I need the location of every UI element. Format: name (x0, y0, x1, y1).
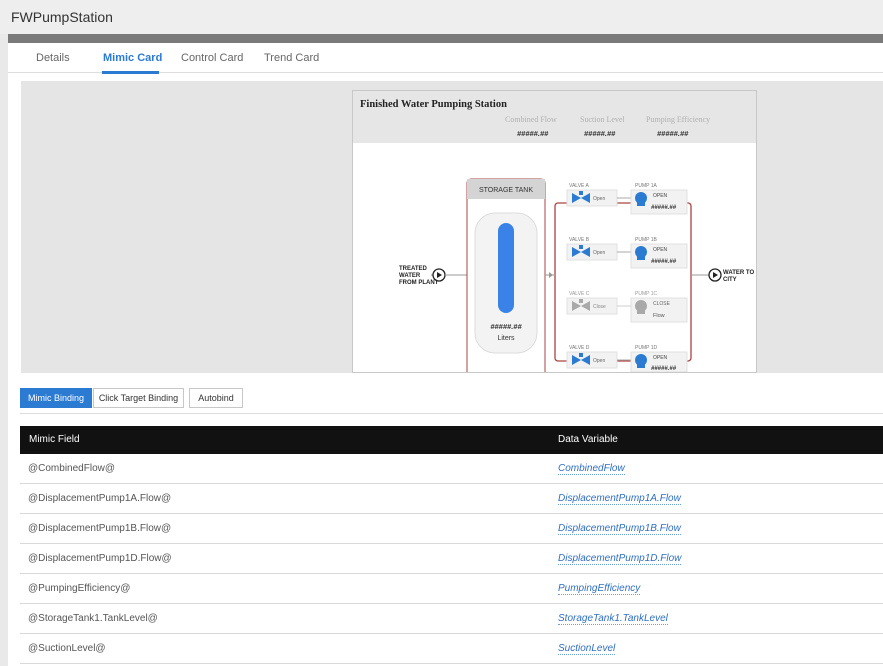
tab-details[interactable]: Details (36, 52, 70, 64)
pump-1b-label: PUMP 1B (635, 237, 658, 243)
pump-manifold-frame (554, 202, 692, 362)
table-row: @DisplacementPump1D.Flow@ DisplacementPu… (20, 544, 883, 574)
pump-row-a: VALVE A Open PUMP 1A OPEN #####.## (566, 183, 688, 215)
data-variable-link[interactable]: DisplacementPump1A.Flow (558, 493, 681, 505)
pump-1d-value: #####.## (651, 366, 677, 372)
data-variable-link[interactable]: StorageTank1.TankLevel (558, 613, 668, 625)
tank-level-bar (498, 223, 514, 313)
valve-c-state: Close (593, 304, 606, 310)
data-variable-link[interactable]: DisplacementPump1D.Flow (558, 553, 682, 565)
outlet-label-line-2: CITY (723, 277, 737, 283)
pump-1d-state: OPEN (653, 355, 668, 361)
mimic-preview-area: Finished Water Pumping Station Combined … (21, 81, 883, 373)
mimic-field-cell: @StorageTank1.TankLevel@ (28, 613, 158, 624)
table-row: @DisplacementPump1B.Flow@ DisplacementPu… (20, 514, 883, 544)
table-row: @PumpingEfficiency@ PumpingEfficiency (20, 574, 883, 604)
header-divider (8, 34, 883, 43)
tab-click-target-binding[interactable]: Click Target Binding (93, 388, 184, 408)
mimic-field-cell: @DisplacementPump1A.Flow@ (28, 493, 172, 504)
column-header-mimic-field: Mimic Field (29, 434, 80, 445)
metric-value-suction-level: #####.## (584, 129, 616, 138)
valve-d-state: Open (593, 358, 605, 364)
mimic-field-cell: @CombinedFlow@ (28, 463, 115, 474)
card-tabs: Details Mimic Card Control Card Trend Ca… (8, 43, 883, 74)
table-row: @SuctionLevel@ SuctionLevel (20, 634, 883, 664)
tab-control-card[interactable]: Control Card (181, 52, 243, 64)
table-header: Mimic Field Data Variable (20, 426, 883, 454)
valve-b-state: Open (593, 250, 605, 256)
table-row: @CombinedFlow@ CombinedFlow (20, 454, 883, 484)
metric-label-pumping-efficiency: Pumping Efficiency (646, 115, 710, 124)
metric-value-combined-flow: #####.## (517, 129, 549, 138)
pump-row-c: VALVE C Close PUMP 1C CLOSE Flow (566, 291, 688, 323)
tank-level-unit: Liters (497, 335, 515, 342)
data-variable-link[interactable]: DisplacementPump1B.Flow (558, 523, 681, 535)
mimic-field-cell: @SuctionLevel@ (28, 643, 106, 654)
pump-1c-value: Flow (653, 313, 665, 319)
outlet-label-line-1: WATER TO (723, 270, 754, 276)
column-header-data-variable: Data Variable (558, 434, 618, 445)
mimic-field-cell: @PumpingEfficiency@ (28, 583, 131, 594)
mimic-diagram: Finished Water Pumping Station Combined … (353, 91, 756, 372)
mimic-title: Finished Water Pumping Station (360, 99, 507, 110)
tank-level-value: #####.## (490, 322, 522, 331)
data-variable-link[interactable]: CombinedFlow (558, 463, 625, 475)
metric-label-suction-level: Suction Level (580, 115, 625, 124)
pump-1c-state: CLOSE (653, 301, 671, 307)
data-variable-link[interactable]: SuctionLevel (558, 643, 616, 655)
outlet-flow-icon (708, 268, 722, 282)
active-tab-indicator (102, 71, 159, 74)
title-bar: FWPumpStation (0, 0, 883, 34)
metric-label-combined-flow: Combined Flow (505, 115, 557, 124)
tab-mimic-card[interactable]: Mimic Card (103, 52, 162, 64)
storage-tank-label: STORAGE TANK (479, 187, 533, 194)
valve-a-state: Open (593, 196, 605, 202)
flow-arrow-icon (549, 272, 553, 278)
autobind-button[interactable]: Autobind (189, 388, 243, 408)
pump-row-b: VALVE B Open PUMP 1B OPEN #####.## (566, 237, 688, 269)
mimic-field-cell: @DisplacementPump1D.Flow@ (28, 553, 172, 564)
window-title: FWPumpStation (11, 9, 113, 25)
pump-1b-state: OPEN (653, 247, 668, 253)
pump-1a-label: PUMP 1A (635, 183, 658, 189)
content-panel: Details Mimic Card Control Card Trend Ca… (8, 43, 883, 666)
pump-row-d: VALVE D Open PUMP 1D OPEN #####.## (566, 345, 688, 372)
valve-b-label: VALVE B (569, 237, 590, 243)
tab-mimic-binding[interactable]: Mimic Binding (20, 388, 92, 408)
valve-c-label: VALVE C (569, 291, 590, 297)
mimic-field-cell: @DisplacementPump1B.Flow@ (28, 523, 172, 534)
pump-1b-value: #####.## (651, 259, 677, 265)
inlet-label-line-2: WATER (399, 273, 421, 279)
tab-trend-card[interactable]: Trend Card (264, 52, 319, 64)
table-row: @StorageTank1.TankLevel@ StorageTank1.Ta… (20, 604, 883, 634)
inlet-label-line-1: TREATED (399, 266, 428, 272)
divider (20, 413, 883, 414)
data-variable-link[interactable]: PumpingEfficiency (558, 583, 641, 595)
inlet-flow-icon (432, 268, 446, 282)
pump-1d-label: PUMP 1D (635, 345, 658, 351)
valve-a-label: VALVE A (569, 183, 589, 189)
metric-value-pumping-efficiency: #####.## (657, 129, 689, 138)
mimic-card: Finished Water Pumping Station Combined … (352, 90, 757, 373)
valve-d-label: VALVE D (569, 345, 590, 351)
inlet-label-line-3: FROM PLANT (399, 280, 439, 286)
pump-1c-label: PUMP 1C (635, 291, 658, 297)
table-row: @DisplacementPump1A.Flow@ DisplacementPu… (20, 484, 883, 514)
pump-1a-state: OPEN (653, 193, 668, 199)
pump-1a-value: #####.## (651, 205, 677, 211)
